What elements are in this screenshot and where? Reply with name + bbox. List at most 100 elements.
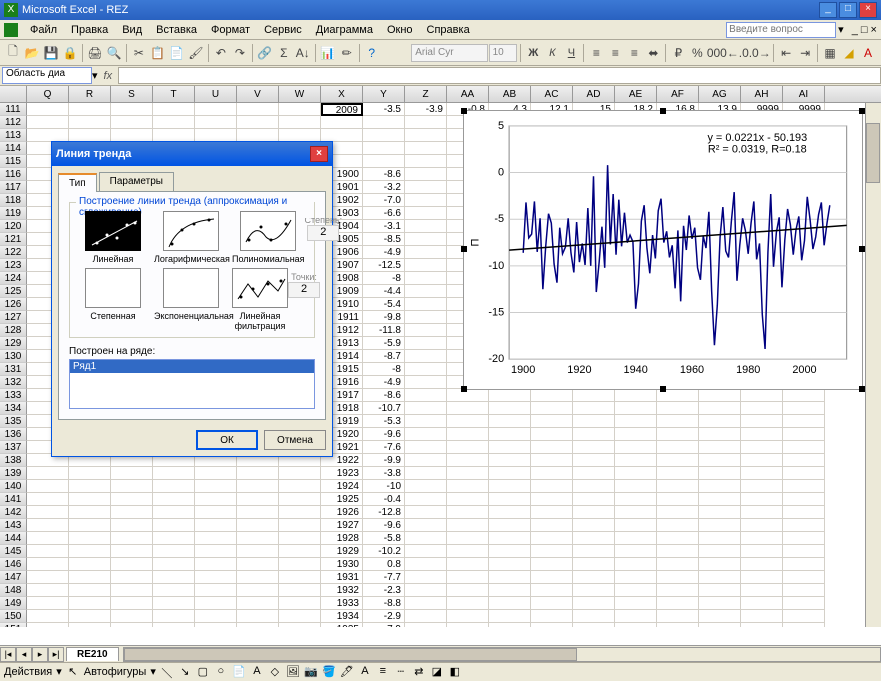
cell[interactable]: -9.6 (363, 519, 405, 532)
cell[interactable] (279, 623, 321, 627)
namebox-input[interactable]: Область диа (2, 67, 92, 84)
cell[interactable] (657, 519, 699, 532)
cell[interactable] (489, 610, 531, 623)
dashstyle-icon[interactable]: ┄ (394, 665, 408, 679)
menu-window[interactable]: Окно (381, 22, 419, 38)
redo-icon[interactable]: ↷ (231, 43, 249, 63)
cell[interactable] (573, 584, 615, 597)
help-search-input[interactable] (726, 22, 836, 38)
cell[interactable]: -2.9 (363, 610, 405, 623)
cell[interactable] (615, 532, 657, 545)
sheet-nav-next[interactable]: ▸ (32, 647, 48, 662)
underline-icon[interactable]: Ч (562, 43, 580, 63)
cell[interactable] (741, 454, 783, 467)
cell[interactable] (573, 545, 615, 558)
sheet-nav-first[interactable]: |◂ (0, 647, 16, 662)
cell[interactable] (783, 506, 825, 519)
cell[interactable] (27, 467, 69, 480)
cell[interactable] (531, 584, 573, 597)
cell[interactable] (573, 597, 615, 610)
cell[interactable] (69, 623, 111, 627)
cell[interactable] (783, 480, 825, 493)
cell[interactable]: -8.5 (363, 233, 405, 246)
cell[interactable] (237, 116, 279, 129)
cell[interactable] (531, 506, 573, 519)
cell[interactable] (405, 545, 447, 558)
cell[interactable] (573, 571, 615, 584)
cell[interactable] (405, 415, 447, 428)
cell[interactable] (111, 506, 153, 519)
cell[interactable] (363, 129, 405, 142)
cell[interactable]: 1931 (321, 571, 363, 584)
cell[interactable] (741, 480, 783, 493)
maximize-button[interactable]: □ (839, 2, 857, 18)
cell[interactable] (657, 428, 699, 441)
cell[interactable] (69, 545, 111, 558)
cell[interactable] (489, 558, 531, 571)
cell[interactable]: -12.8 (363, 506, 405, 519)
row-header[interactable]: 151 (0, 623, 27, 627)
cell[interactable] (783, 584, 825, 597)
cell[interactable] (783, 597, 825, 610)
points-spinner[interactable]: 2 (288, 282, 320, 298)
cell[interactable] (615, 519, 657, 532)
cell[interactable]: 1932 (321, 584, 363, 597)
cell[interactable] (405, 623, 447, 627)
cell[interactable] (279, 493, 321, 506)
cell[interactable] (111, 519, 153, 532)
cell[interactable] (573, 506, 615, 519)
cell[interactable] (657, 584, 699, 597)
cell[interactable]: -4.9 (363, 246, 405, 259)
cell[interactable] (657, 597, 699, 610)
cell[interactable] (405, 493, 447, 506)
cell[interactable] (783, 545, 825, 558)
trend-log[interactable] (163, 211, 219, 251)
cell[interactable] (69, 610, 111, 623)
cell[interactable] (447, 597, 489, 610)
cell[interactable]: -3.8 (363, 467, 405, 480)
cell[interactable] (699, 545, 741, 558)
cell[interactable] (279, 597, 321, 610)
cell[interactable]: -7.7 (363, 571, 405, 584)
cell[interactable]: -4.4 (363, 285, 405, 298)
hyperlink-icon[interactable]: 🔗 (256, 43, 274, 63)
sheet-nav-prev[interactable]: ◂ (16, 647, 32, 662)
cell[interactable] (447, 441, 489, 454)
cell[interactable] (405, 337, 447, 350)
cell[interactable] (405, 233, 447, 246)
cell[interactable]: -7.0 (363, 194, 405, 207)
cell[interactable] (279, 506, 321, 519)
sheet-nav-last[interactable]: ▸| (48, 647, 64, 662)
cell[interactable] (531, 415, 573, 428)
cell[interactable] (489, 584, 531, 597)
cell[interactable] (489, 571, 531, 584)
cell[interactable] (447, 571, 489, 584)
cell[interactable] (405, 363, 447, 376)
cell[interactable] (699, 467, 741, 480)
row-header[interactable]: 121 (0, 233, 27, 246)
col-header[interactable]: AE (615, 86, 657, 102)
cell[interactable] (237, 610, 279, 623)
currency-icon[interactable]: ₽ (669, 43, 687, 63)
align-center-icon[interactable]: ≡ (606, 43, 624, 63)
row-header[interactable]: 141 (0, 493, 27, 506)
cell[interactable] (699, 506, 741, 519)
cell[interactable]: -11.8 (363, 324, 405, 337)
cell[interactable] (699, 480, 741, 493)
row-header[interactable]: 133 (0, 389, 27, 402)
sum-icon[interactable]: Σ (275, 43, 293, 63)
degree-spinner[interactable]: 2 (307, 225, 339, 241)
dialog-titlebar[interactable]: Линия тренда × (52, 142, 332, 166)
row-header[interactable]: 124 (0, 272, 27, 285)
cell[interactable] (237, 597, 279, 610)
cell[interactable] (447, 610, 489, 623)
cell[interactable] (279, 467, 321, 480)
cell[interactable] (237, 467, 279, 480)
cell[interactable]: 1926 (321, 506, 363, 519)
cell[interactable]: -2.3 (363, 584, 405, 597)
trend-linear[interactable] (85, 211, 141, 251)
menu-tools[interactable]: Сервис (258, 22, 308, 38)
cell[interactable] (531, 597, 573, 610)
cell[interactable] (153, 467, 195, 480)
cell[interactable] (405, 610, 447, 623)
